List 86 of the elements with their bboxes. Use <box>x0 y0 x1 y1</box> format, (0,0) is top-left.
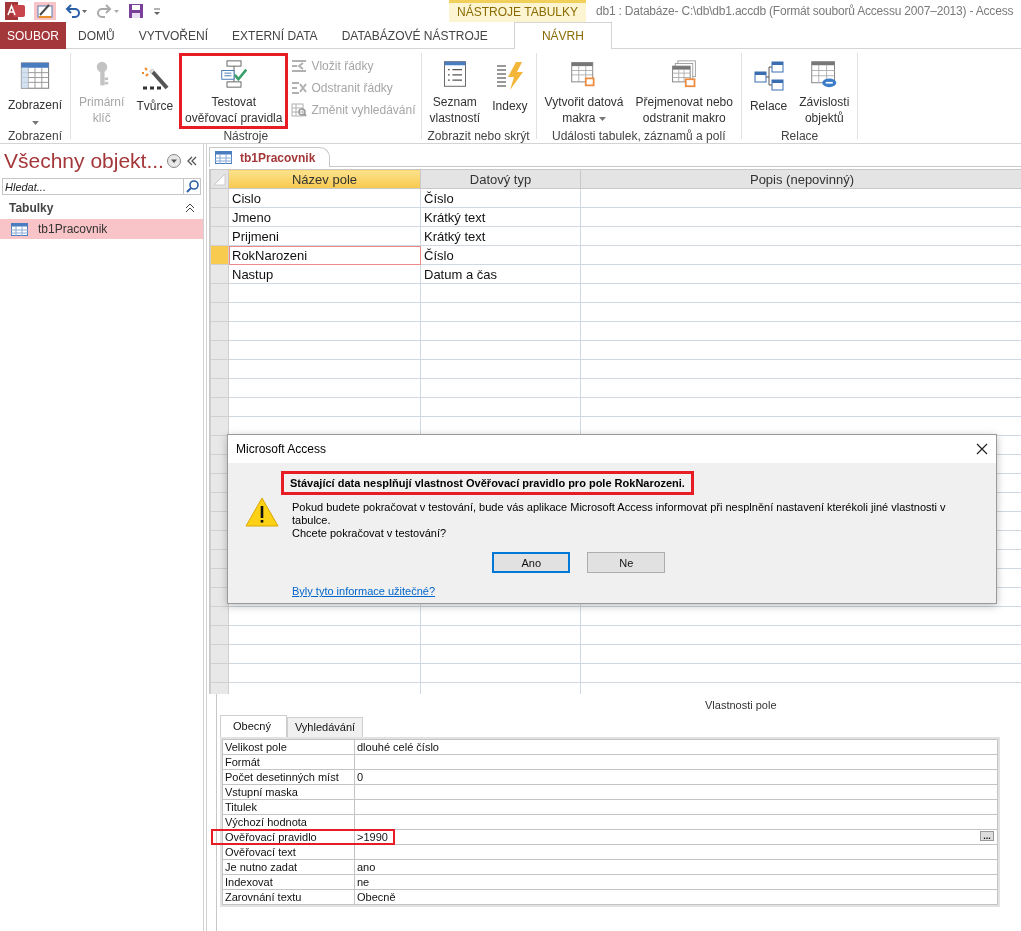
column-header: Datový typ <box>420 169 581 189</box>
close-icon[interactable] <box>976 443 988 455</box>
table-cell: Číslo <box>420 245 581 265</box>
property-value[interactable]: dlouhé celé číslo <box>357 740 997 754</box>
ribbon-button[interactable]: Přejmenovat nebo odstranit makro <box>629 53 739 129</box>
column-header: Název pole <box>228 169 421 189</box>
table-icon <box>215 151 232 164</box>
property-label: Je nutno zadat <box>223 860 355 874</box>
property-label: Ověřovací pravidlo <box>223 830 355 844</box>
table-cell: Krátký text <box>420 207 581 227</box>
ribbon-tab[interactable]: DATABÁZOVÉ NÁSTROJE <box>329 22 500 49</box>
property-label: Ověřovací text <box>223 845 355 859</box>
collapse-group-icon[interactable] <box>185 203 195 213</box>
property-tab[interactable]: Obecný <box>220 715 287 737</box>
ribbon-tab[interactable]: VYTVOŘENÍ <box>126 22 221 49</box>
delete-rows-icon <box>291 80 308 96</box>
app-logo-icon <box>4 1 26 21</box>
contextual-tab-label: NÁSTROJE TABULKY <box>449 0 586 22</box>
table-cell: Prijmeni <box>228 226 421 246</box>
builder-button[interactable]: ... <box>980 831 994 841</box>
dialog-title: Microsoft Access <box>236 442 328 456</box>
table-cell: RokNarozeni <box>228 245 421 265</box>
table-cell: Cislo <box>228 188 421 208</box>
property-tab[interactable]: Vyhledávání <box>286 717 364 737</box>
group-label: Relace <box>779 129 820 143</box>
ribbon-button[interactable]: Seznam vlastností <box>423 53 487 129</box>
redo-icon[interactable] <box>96 3 120 19</box>
property-label: Formát <box>223 755 355 769</box>
insert-rows-icon <box>291 58 308 74</box>
select-all-corner-icon[interactable] <box>211 171 227 187</box>
property-label: Zarovnání textu <box>223 890 355 904</box>
warning-icon <box>245 497 279 527</box>
design-view-button[interactable] <box>34 2 56 20</box>
table-icon <box>11 222 28 236</box>
column-header: Popis (nepovinný) <box>580 169 1021 189</box>
ribbon-tab[interactable]: DOMŮ <box>66 22 127 49</box>
ribbon-button[interactable]: Závislosti objektů <box>793 53 856 129</box>
ribbon-button[interactable]: Tvůrce <box>130 53 180 129</box>
ribbon-button[interactable]: Zobrazení <box>2 53 69 129</box>
pane-title: Všechny objekt... <box>4 149 165 173</box>
dialog-message: Pokud budete pokračovat v testování, bude vás aplikace Microsoft Access informovat při nesplnění nastavení kterékoli jiné vlastnosti v tabulce. Chcete pokračovat v testování? <box>292 501 946 540</box>
relationships-icon <box>752 60 785 92</box>
group-label: Zobrazit nebo skrýt <box>426 129 531 143</box>
search-icon <box>185 180 199 193</box>
group-label: Události tabulek, záznamů a polí <box>551 129 727 143</box>
table-cell: Krátký text <box>420 226 581 246</box>
property-value[interactable]: Obecně <box>357 890 997 904</box>
search-field[interactable]: Hledat... <box>2 178 184 195</box>
dialog-heading: Stávající data nesplňují vlastnost Ověřovací pravidlo pro pole RokNarozeni. <box>281 471 694 495</box>
property-label: Titulek <box>223 800 355 814</box>
ribbon-tab[interactable]: SOUBOR <box>0 22 66 49</box>
nav-item[interactable]: tb1Pracovnik <box>0 219 203 239</box>
property-value[interactable]: >1990 <box>357 830 980 844</box>
ribbon-tab[interactable]: EXTERNÍ DATA <box>220 22 330 49</box>
dialog-button[interactable]: Ano <box>492 552 571 573</box>
property-value[interactable]: 0 <box>357 770 997 784</box>
table-cell: Číslo <box>420 188 581 208</box>
property-value[interactable]: ne <box>357 875 997 889</box>
section-title: Vlastnosti pole <box>705 699 778 713</box>
dialog-button[interactable]: Ne <box>587 552 666 573</box>
ribbon-button[interactable]: Relace <box>743 53 794 129</box>
search-button[interactable] <box>184 178 201 195</box>
table-cell: Jmeno <box>228 207 421 227</box>
ribbon-tab[interactable]: NÁVRH <box>513 22 612 49</box>
ribbon-button[interactable]: Testovat ověřovací pravidla <box>179 53 289 129</box>
lookup-table-icon <box>291 102 308 118</box>
table-cell: Datum a čas <box>420 264 581 284</box>
property-label: Vstupní maska <box>223 785 355 799</box>
ribbon-button[interactable]: Vytvořit datová makra <box>538 53 630 129</box>
help-link[interactable]: Byly tyto informace užitečné? <box>292 585 436 597</box>
table-cell: Nastup <box>228 264 421 284</box>
save-icon[interactable] <box>128 3 144 19</box>
ribbon-button[interactable]: Indexy <box>486 53 534 129</box>
property-label: Výchozí hodnota <box>223 815 355 829</box>
dropdown-circle-icon[interactable] <box>166 153 182 169</box>
window-title: db1 : Databáze- C:\db\db1.accdb (Formát souborů Accessu 2007–2013) - Access <box>595 4 1015 18</box>
document-tab[interactable]: tb1Pracovnik <box>209 147 331 167</box>
table-grid-icon <box>19 60 51 92</box>
group-header[interactable]: Tabulky <box>9 201 185 215</box>
property-value[interactable]: ano <box>357 860 997 874</box>
group-label: Nástroje <box>222 129 270 143</box>
undo-icon[interactable] <box>64 3 88 19</box>
group-label: Zobrazení <box>7 129 64 143</box>
property-label: Velikost pole <box>223 740 355 754</box>
property-label: Počet desetinných míst <box>223 770 355 784</box>
property-label: Indexovat <box>223 875 355 889</box>
